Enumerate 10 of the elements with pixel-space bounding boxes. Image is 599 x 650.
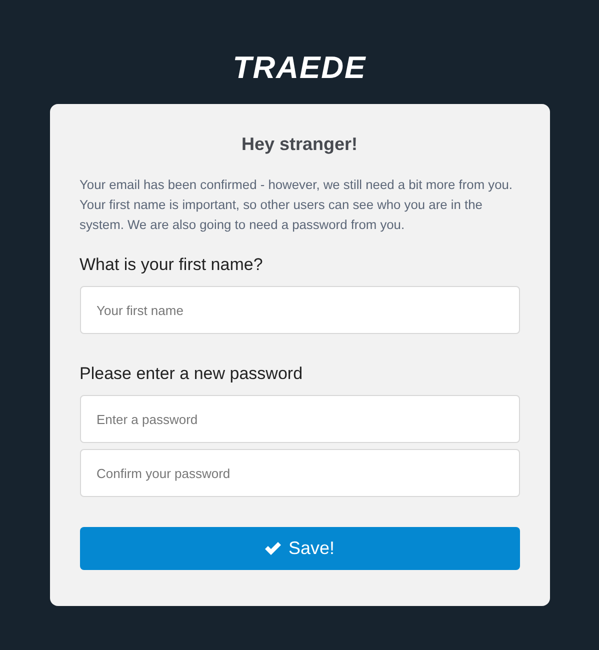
input-field[interactable]: Enter a password	[80, 395, 520, 443]
field-label: Please enter a new password	[80, 364, 304, 384]
save-button[interactable]: Save!	[80, 527, 520, 570]
check-icon	[264, 541, 282, 556]
intro-text: Your email has been confirmed - however, we still need a bit more from you. Your first name is important, so other users can see who you are in the system. We are also going to need a password from you.	[80, 176, 514, 234]
input-field[interactable]: Confirm your password	[80, 449, 520, 497]
card-title: Hey stranger!	[240, 134, 359, 155]
input-field[interactable]: Your first name	[80, 286, 520, 334]
logo: TRAEDE	[232, 50, 366, 86]
field-label: What is your first name?	[80, 255, 264, 275]
